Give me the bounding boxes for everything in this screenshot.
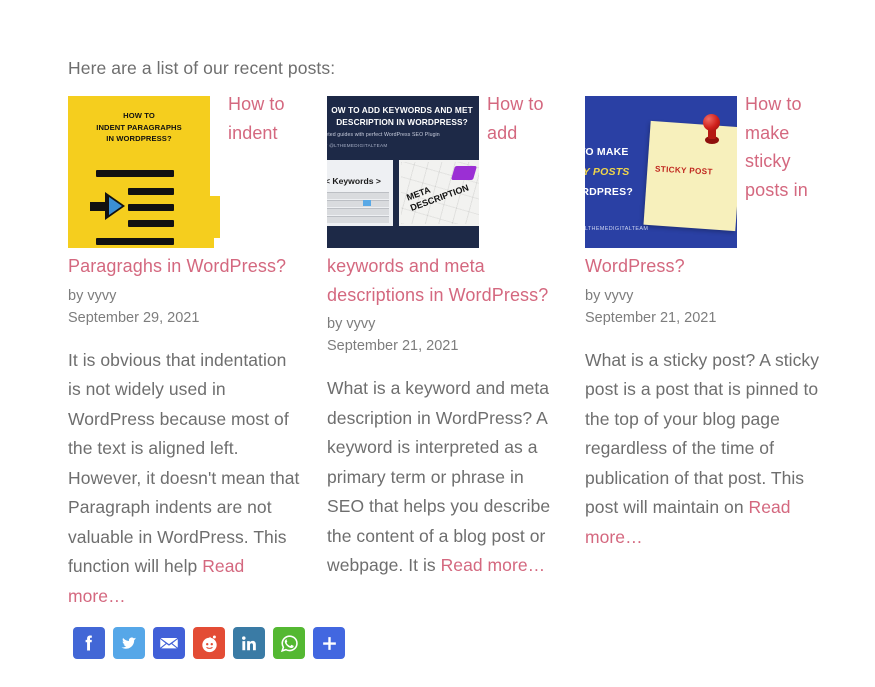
- post-excerpt: What is a sticky post? A sticky post is …: [585, 346, 819, 553]
- thumbnail-caption: HOW TO INDENT PARAGRAPHS IN WORDPRESS?: [68, 110, 210, 145]
- post-author: by vyvy: [585, 287, 634, 304]
- thumbnail-title-line-3: ORDPRES?: [585, 186, 633, 198]
- thumbnail-title-line-1: TO MAKE: [585, 146, 629, 158]
- post-meta: by vyvy September 21, 2021: [327, 309, 561, 357]
- post-author: by vyvy: [327, 316, 376, 332]
- linkedin-icon: [241, 635, 256, 650]
- keyboard-highlight-key: [363, 200, 371, 206]
- page-corner-shape-lower: [214, 238, 220, 248]
- recent-posts-page: Here are a list of our recent posts: HOW…: [0, 0, 875, 687]
- post-meta: by vyvy September 29, 2021: [68, 281, 302, 329]
- email-icon: [160, 638, 178, 649]
- headline-line-1: OW TO ADD KEYWORDS AND MET: [331, 105, 473, 115]
- thumbnail-credit: BY @LTHEMEDIGITALTEAM: [327, 143, 388, 148]
- headline-line-2: DESCRIPTION IN WORDPRESS?: [336, 117, 468, 127]
- post-meta: by vyvy September 21, 2021: [585, 281, 819, 329]
- share-reddit-button[interactable]: [193, 627, 225, 659]
- share-linkedin-button[interactable]: [233, 627, 265, 659]
- share-twitter-button[interactable]: [113, 627, 145, 659]
- keyboard-row: [327, 200, 389, 207]
- caption-line-1: HOW TO: [123, 111, 155, 120]
- keywords-label: < Keywords >: [327, 176, 381, 186]
- keyboard-row: [327, 192, 389, 199]
- thumbnail-subtitle: pleted guides with perfect WordPress SEO…: [327, 132, 440, 138]
- post-date: September 29, 2021: [68, 309, 200, 326]
- thumbnail-headline: OW TO ADD KEYWORDS AND MET DESCRIPTION I…: [327, 104, 479, 128]
- excerpt-text: What is a keyword and meta description i…: [327, 378, 551, 575]
- whatsapp-icon: [280, 634, 298, 652]
- twitter-icon: [121, 637, 137, 649]
- pushpin-icon: [703, 114, 720, 131]
- post-excerpt: It is obvious that indentation is not wi…: [68, 346, 302, 612]
- post-author: by vyvy: [68, 287, 117, 304]
- facebook-icon: [85, 635, 92, 651]
- post-item: HOW TO INDENT PARAGRAPHS IN WORDPRESS? H…: [68, 90, 302, 611]
- page-intro-text: Here are a list of our recent posts:: [68, 58, 336, 78]
- text-line-bar: [128, 220, 174, 227]
- caption-line-2: INDENT PARAGRAPHS: [96, 122, 182, 132]
- indent-arrow-inner: [109, 197, 122, 215]
- post-item: STICKY POST TO MAKE KY POSTS ORDPRES? @L…: [585, 90, 819, 552]
- share-email-button[interactable]: [153, 627, 185, 659]
- excerpt-text: What is a sticky post? A sticky post is …: [585, 349, 819, 518]
- text-line-bar: [128, 204, 174, 211]
- how-to-add-keywords-thumbnail[interactable]: OW TO ADD KEYWORDS AND MET DESCRIPTION I…: [327, 96, 479, 248]
- thumbnail-title-line-2: KY POSTS: [585, 166, 630, 178]
- share-more-button[interactable]: [313, 627, 345, 659]
- keyboard-row: [327, 208, 389, 215]
- page-corner-shape: [210, 96, 220, 196]
- caption-line-3: IN WORDPRESS?: [106, 134, 172, 143]
- share-facebook-button[interactable]: [73, 627, 105, 659]
- how-to-indent-paragraphs-thumbnail[interactable]: HOW TO INDENT PARAGRAPHS IN WORDPRESS?: [68, 96, 220, 248]
- text-line-bar: [96, 238, 174, 245]
- post-date: September 21, 2021: [585, 309, 717, 326]
- reddit-icon: [201, 635, 217, 652]
- keyboard-row: [327, 216, 389, 223]
- post-item: OW TO ADD KEYWORDS AND MET DESCRIPTION I…: [327, 90, 561, 581]
- excerpt-text: It is obvious that indentation is not wi…: [68, 349, 300, 577]
- meta-description-keyboard-pane: META DESCRIPTION: [399, 160, 479, 226]
- share-whatsapp-button[interactable]: [273, 627, 305, 659]
- how-to-make-sticky-posts-thumbnail[interactable]: STICKY POST TO MAKE KY POSTS ORDPRES? @L…: [585, 96, 737, 248]
- sticky-note-shape: [643, 120, 737, 232]
- text-line-bar: [96, 170, 174, 177]
- text-line-bar: [128, 188, 174, 195]
- social-share-bar: [73, 627, 345, 659]
- keywords-screenshot-pane: < Keywords >: [327, 160, 393, 226]
- post-date: September 21, 2021: [327, 338, 459, 354]
- post-excerpt: What is a keyword and meta description i…: [327, 374, 561, 581]
- thumbnail-handle: @LTHEMEDIGITALTEAM: [585, 226, 649, 232]
- read-more-link[interactable]: Read more…: [441, 555, 546, 575]
- plus-icon: [322, 636, 336, 650]
